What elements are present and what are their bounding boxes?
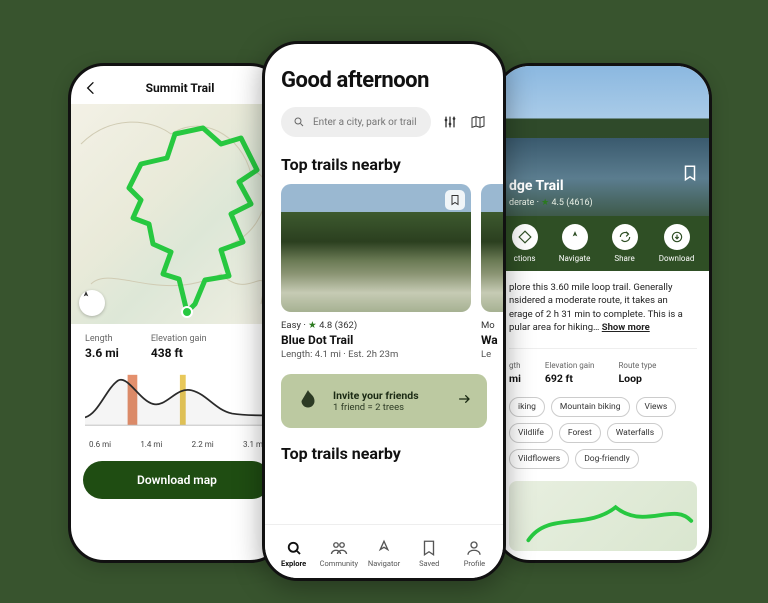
trail-meta: Easy · ★ 4.8 (362) bbox=[281, 320, 471, 331]
stat-length: Length 3.6 mi bbox=[85, 334, 119, 360]
trail-meta: derate · ★ 4.5 (4616) bbox=[509, 198, 697, 208]
search-input[interactable] bbox=[281, 107, 431, 137]
tag[interactable]: Vildflowers bbox=[509, 449, 569, 469]
share-button[interactable]: Share bbox=[612, 224, 638, 263]
search-icon bbox=[293, 113, 305, 132]
phone-trail-detail: dge Trail derate · ★ 4.5 (4616) ctions N… bbox=[494, 63, 712, 563]
section-heading: Top trails nearby bbox=[281, 444, 487, 463]
directions-button[interactable]: ctions bbox=[512, 224, 538, 263]
trail-title: Blue Dot Trail bbox=[281, 333, 471, 347]
tab-profile[interactable]: Profile bbox=[452, 539, 497, 568]
bookmark-icon[interactable] bbox=[681, 164, 699, 186]
tag[interactable]: iking bbox=[509, 397, 545, 417]
tag[interactable]: Waterfalls bbox=[607, 423, 663, 443]
phone-explore: Good afternoon Top trails nearby bbox=[262, 41, 506, 581]
leaf-icon bbox=[295, 388, 321, 414]
download-button[interactable]: Download bbox=[659, 224, 695, 263]
show-more-link[interactable]: Show more bbox=[602, 322, 650, 333]
bookmark-icon[interactable] bbox=[445, 190, 465, 210]
trail-card[interactable]: Easy · ★ 4.8 (362) Blue Dot Trail Length… bbox=[281, 184, 471, 360]
chart-xaxis: 0.6 mi 1.4 mi 2.2 mi 3.1 mi bbox=[71, 440, 283, 457]
tab-bar: Explore Community Navigator Saved Profil… bbox=[265, 524, 503, 578]
tag[interactable]: Mountain biking bbox=[551, 397, 630, 417]
trail-description: plore this 3.60 mile loop trail. General… bbox=[509, 281, 697, 334]
trail-hero-photo: dge Trail derate · ★ 4.5 (4616) bbox=[497, 66, 709, 216]
trail-title: dge Trail bbox=[509, 178, 697, 194]
arrow-right-icon bbox=[457, 391, 473, 411]
tab-saved[interactable]: Saved bbox=[407, 539, 452, 568]
tag[interactable]: Vildlife bbox=[509, 423, 553, 443]
tag[interactable]: Dog-friendly bbox=[575, 449, 639, 469]
map-icon[interactable] bbox=[469, 113, 487, 131]
tag[interactable]: Forest bbox=[559, 423, 601, 443]
tag[interactable]: Views bbox=[636, 397, 677, 417]
stat-length: gth mi bbox=[509, 361, 521, 385]
page-title: Summit Trail bbox=[89, 81, 271, 95]
trail-sub: Length: 4.1 mi · Est. 2h 23m bbox=[281, 349, 471, 360]
greeting-heading: Good afternoon bbox=[281, 68, 487, 93]
stat-route-type: Route type Loop bbox=[618, 361, 656, 385]
stat-elevation: Elevation gain 438 ft bbox=[151, 334, 207, 360]
trail-card-peek[interactable]: Mo Wa Le bbox=[481, 184, 506, 360]
elevation-chart bbox=[71, 362, 283, 440]
stat-elevation: Elevation gain 692 ft bbox=[545, 361, 595, 385]
navigate-button[interactable]: Navigate bbox=[559, 224, 591, 263]
download-map-button[interactable]: Download map bbox=[83, 461, 271, 499]
phone-summit-trail: Summit Trail Length 3.6 mi Elevation gai… bbox=[68, 63, 286, 563]
trail-map[interactable] bbox=[71, 104, 283, 324]
section-heading: Top trails nearby bbox=[281, 155, 487, 174]
invite-banner[interactable]: Invite your friends 1 friend = 2 trees bbox=[281, 374, 487, 428]
trail-photo bbox=[281, 184, 471, 312]
tab-navigator[interactable]: Navigator bbox=[361, 539, 406, 568]
compass-icon[interactable] bbox=[79, 290, 105, 316]
tab-community[interactable]: Community bbox=[316, 539, 361, 568]
trail-map-preview[interactable] bbox=[509, 481, 697, 551]
tag-list: iking Mountain biking Views Vildlife For… bbox=[509, 397, 697, 469]
filter-icon[interactable] bbox=[441, 113, 459, 131]
tab-explore[interactable]: Explore bbox=[271, 539, 316, 568]
